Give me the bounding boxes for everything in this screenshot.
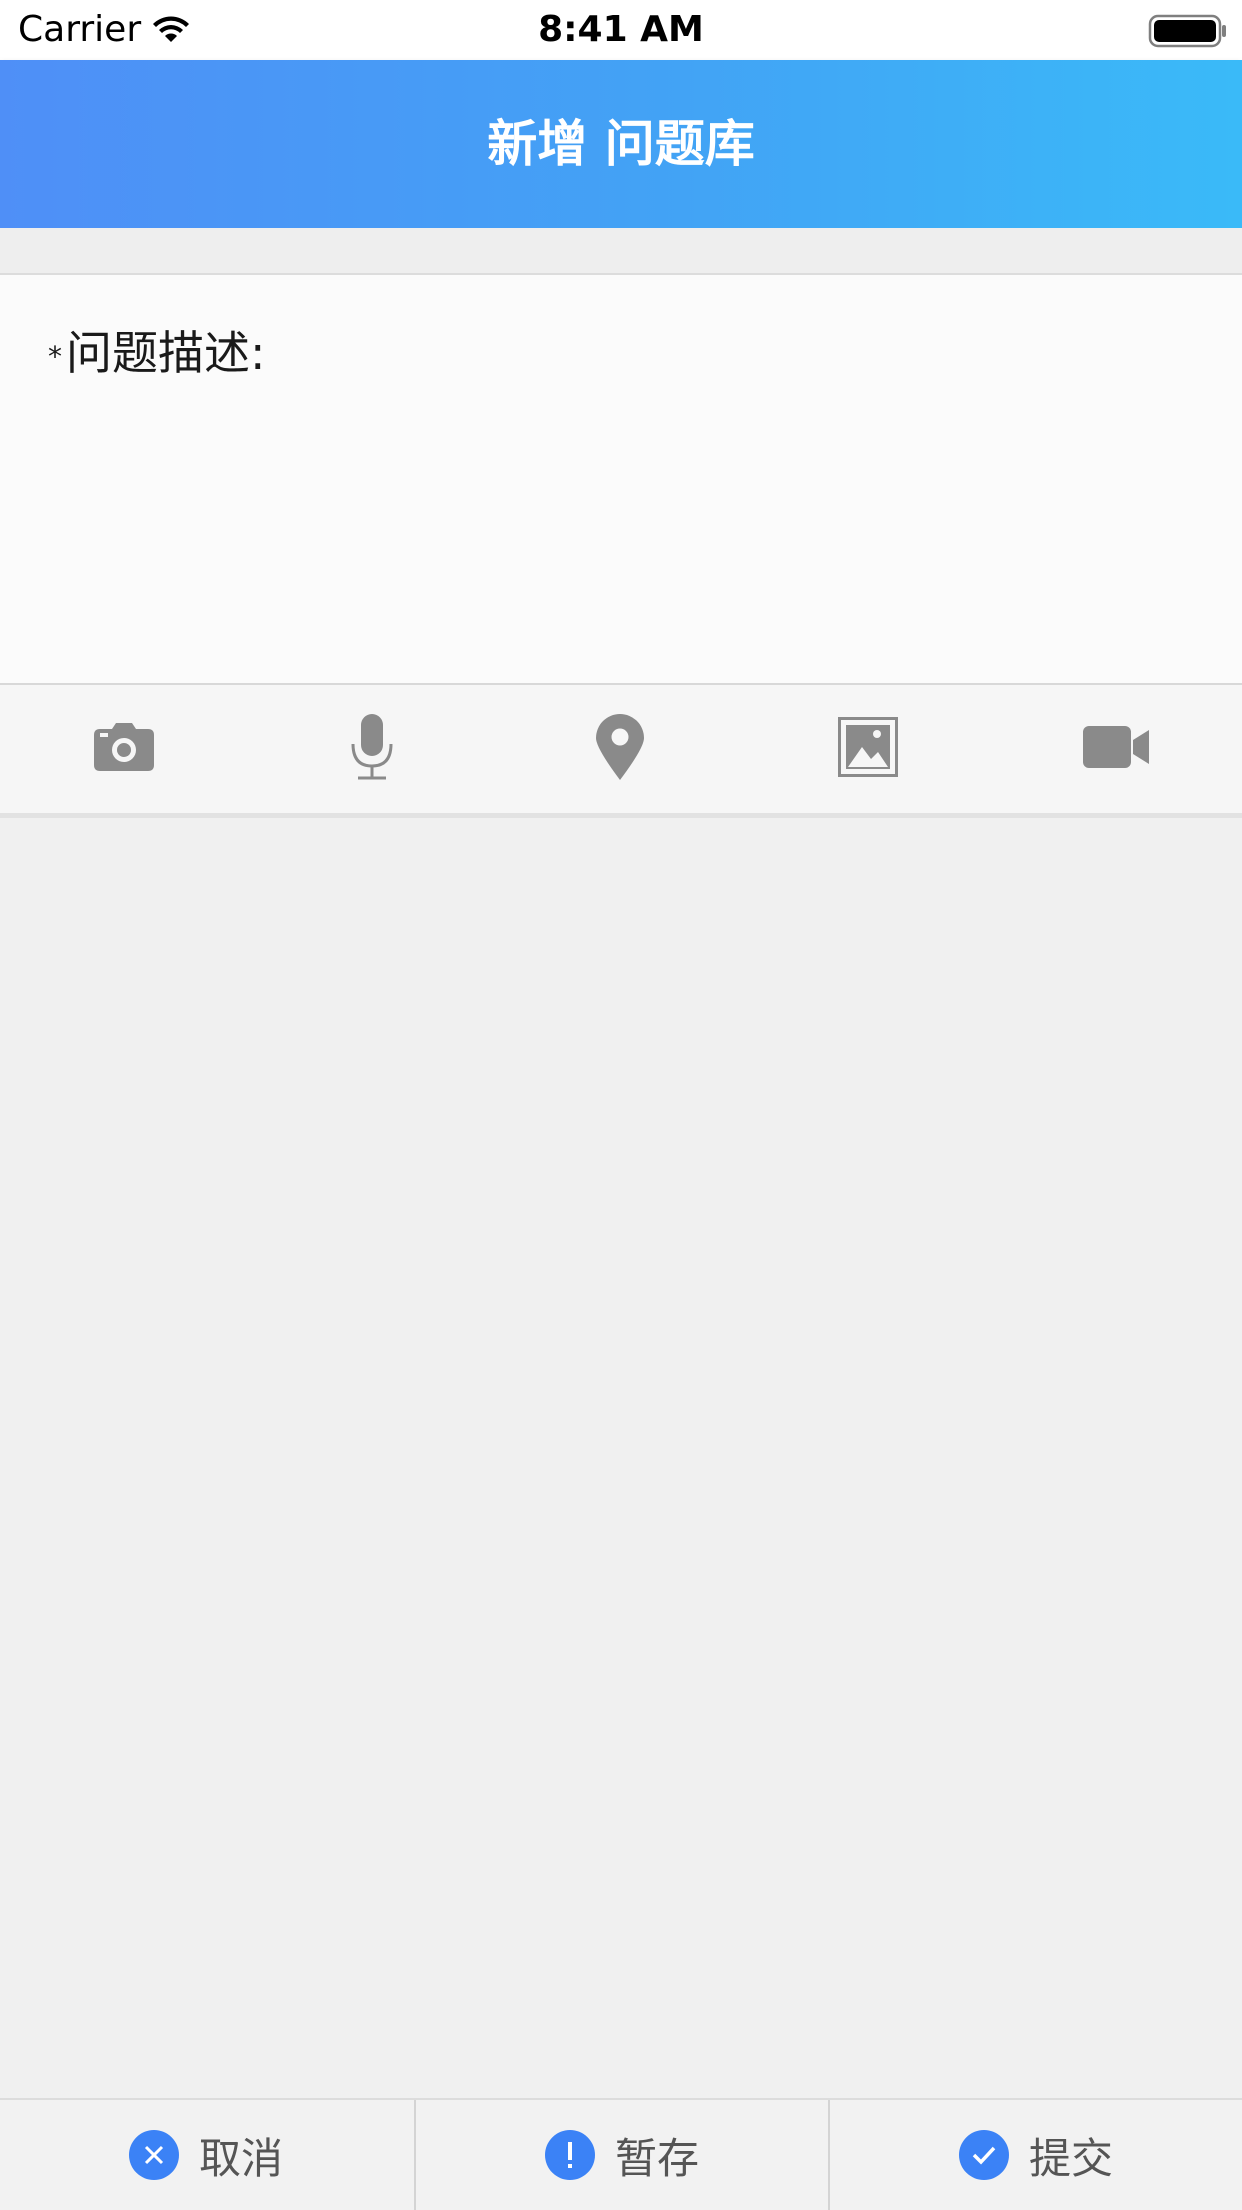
- video-button[interactable]: [992, 685, 1240, 813]
- nav-header: 新增 问题库: [0, 60, 1242, 228]
- description-panel: *问题描述:: [0, 275, 1242, 685]
- submit-button[interactable]: 提交: [828, 2100, 1242, 2210]
- media-toolbar: [0, 685, 1242, 818]
- microphone-button[interactable]: [248, 685, 496, 813]
- cancel-label: 取消: [198, 2133, 283, 2183]
- description-input[interactable]: [48, 395, 1198, 659]
- status-bar: Carrier 8:41 AM: [0, 0, 1242, 60]
- image-icon: [838, 717, 898, 781]
- location-button[interactable]: [496, 685, 744, 813]
- required-mark: *: [48, 340, 62, 373]
- page-title: 新增 问题库: [487, 115, 755, 173]
- bottom-action-bar: 取消 暂存 提交: [0, 2098, 1242, 2210]
- battery-icon: [1148, 14, 1228, 48]
- attachments-area: [0, 818, 1242, 2098]
- exclamation-icon: [544, 2130, 595, 2180]
- status-time: 8:41 AM: [538, 9, 704, 50]
- save-draft-label: 暂存: [614, 2133, 699, 2183]
- camera-button[interactable]: [0, 685, 248, 813]
- close-icon: [128, 2130, 179, 2180]
- header-spacer: [0, 228, 1242, 275]
- location-pin-icon: [596, 714, 644, 784]
- submit-label: 提交: [1028, 2133, 1113, 2183]
- description-label-text: 问题描述:: [66, 326, 266, 380]
- video-camera-icon: [1083, 726, 1149, 772]
- checkmark-icon: [958, 2130, 1009, 2180]
- cancel-button[interactable]: 取消: [0, 2100, 412, 2210]
- save-draft-button[interactable]: 暂存: [414, 2100, 828, 2210]
- description-label: *问题描述:: [48, 317, 266, 383]
- image-button[interactable]: [744, 685, 992, 813]
- camera-icon: [94, 723, 154, 775]
- microphone-icon: [350, 714, 394, 784]
